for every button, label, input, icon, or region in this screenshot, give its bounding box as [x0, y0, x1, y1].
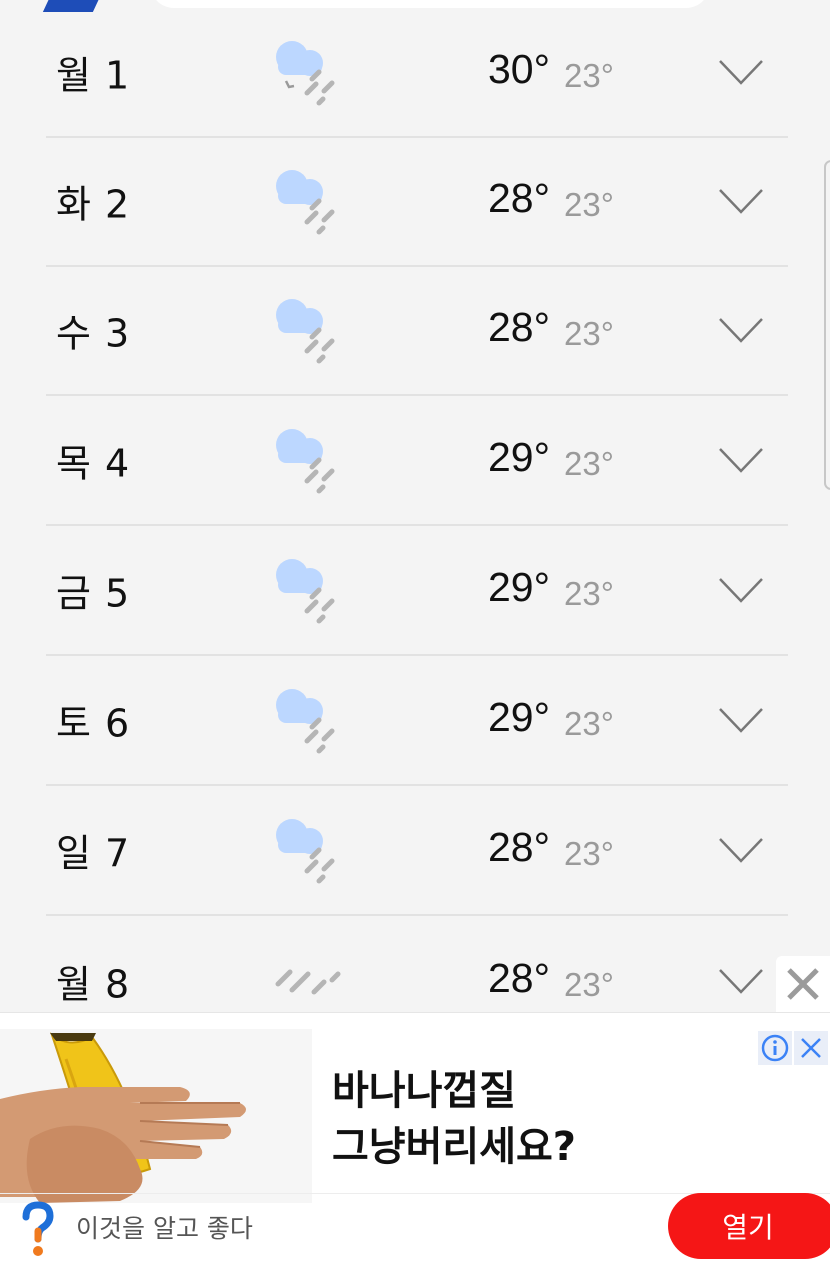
scrollbar[interactable]	[824, 160, 830, 490]
day-label: 금 5	[56, 571, 131, 616]
rain-icon	[275, 969, 341, 995]
high-temp: 29°	[488, 434, 551, 481]
ad-image[interactable]	[0, 1029, 312, 1203]
low-temp: 23°	[564, 444, 614, 482]
forecast-row[interactable]: 수 3 28° 23°	[46, 266, 788, 396]
low-temp: 23°	[564, 185, 614, 223]
low-temp: 23°	[564, 965, 614, 1003]
low-temp: 23°	[564, 704, 614, 742]
ad-choices[interactable]	[758, 1031, 830, 1067]
chevron-down-icon[interactable]	[718, 447, 764, 473]
cloud-rain-icon	[276, 170, 335, 235]
search-bar[interactable]	[150, 0, 710, 8]
day-label: 월 8	[56, 962, 131, 1007]
chevron-down-icon[interactable]	[718, 317, 764, 343]
high-temp: 29°	[488, 694, 551, 741]
day-label: 월 1	[56, 53, 131, 98]
close-icon	[801, 1038, 821, 1058]
ad-headline[interactable]: 바나나껍질 그냥버리세요?	[332, 1063, 576, 1175]
low-temp: 23°	[564, 56, 614, 94]
cloud-rain-icon	[276, 299, 335, 364]
ad-dismiss-button[interactable]	[794, 1031, 828, 1065]
chevron-down-icon[interactable]	[718, 59, 764, 85]
low-temp: 23°	[564, 314, 614, 352]
day-label: 토 6	[56, 701, 131, 746]
cloud-rain-icon	[276, 819, 335, 884]
high-temp: 29°	[488, 564, 551, 611]
chevron-down-icon[interactable]	[718, 968, 764, 994]
forecast-row[interactable]: 토 6 29° 23°	[46, 656, 788, 786]
high-temp: 28°	[488, 304, 551, 351]
day-label: 화 2	[56, 182, 131, 227]
cloud-rain-icon	[276, 429, 335, 494]
weather-page: 월 1 30° 23° 화 2 28° 23° 수 3 28° 23° 목 4 …	[0, 0, 830, 1282]
close-icon	[787, 968, 819, 1000]
ad-open-button[interactable]: 열기	[668, 1193, 830, 1259]
ad-banner[interactable]: 바나나껍질 그냥버리세요? 이것을 알고 좋다 열기	[0, 1012, 830, 1282]
chevron-down-icon[interactable]	[718, 707, 764, 733]
cloud-rain-icon	[276, 41, 335, 106]
forecast-row[interactable]: 화 2 28° 23°	[46, 137, 788, 267]
day-label: 수 3	[56, 311, 131, 356]
cloud-rain-icon	[276, 559, 335, 624]
question-mark-icon	[22, 1201, 54, 1256]
high-temp: 28°	[488, 175, 551, 222]
high-temp: 28°	[488, 824, 551, 871]
day-label: 목 4	[56, 441, 131, 486]
day-label: 일 7	[56, 831, 131, 876]
forecast-row[interactable]: 목 4 29° 23°	[46, 396, 788, 526]
low-temp: 23°	[564, 574, 614, 612]
high-temp: 30°	[488, 46, 551, 93]
cloud-rain-icon	[276, 689, 335, 754]
chevron-down-icon[interactable]	[718, 837, 764, 863]
low-temp: 23°	[564, 834, 614, 872]
ad-advertiser: 이것을 알고 좋다	[76, 1214, 253, 1243]
chevron-down-icon[interactable]	[718, 577, 764, 603]
forecast-row[interactable]: 금 5 29° 23°	[46, 526, 788, 656]
ad-close-button[interactable]	[776, 956, 830, 1012]
forecast-row[interactable]: 월 1 30° 23°	[46, 8, 788, 138]
ad-info-button[interactable]	[758, 1031, 792, 1065]
ad-headline-line: 바나나껍질	[332, 1068, 516, 1114]
forecast-row[interactable]: 일 7 28° 23°	[46, 786, 788, 916]
info-icon	[761, 1034, 789, 1062]
banana-peel-image	[0, 1029, 312, 1203]
ad-headline-line: 그냥버리세요?	[332, 1124, 577, 1170]
high-temp: 28°	[488, 955, 551, 1002]
chevron-down-icon[interactable]	[718, 188, 764, 214]
